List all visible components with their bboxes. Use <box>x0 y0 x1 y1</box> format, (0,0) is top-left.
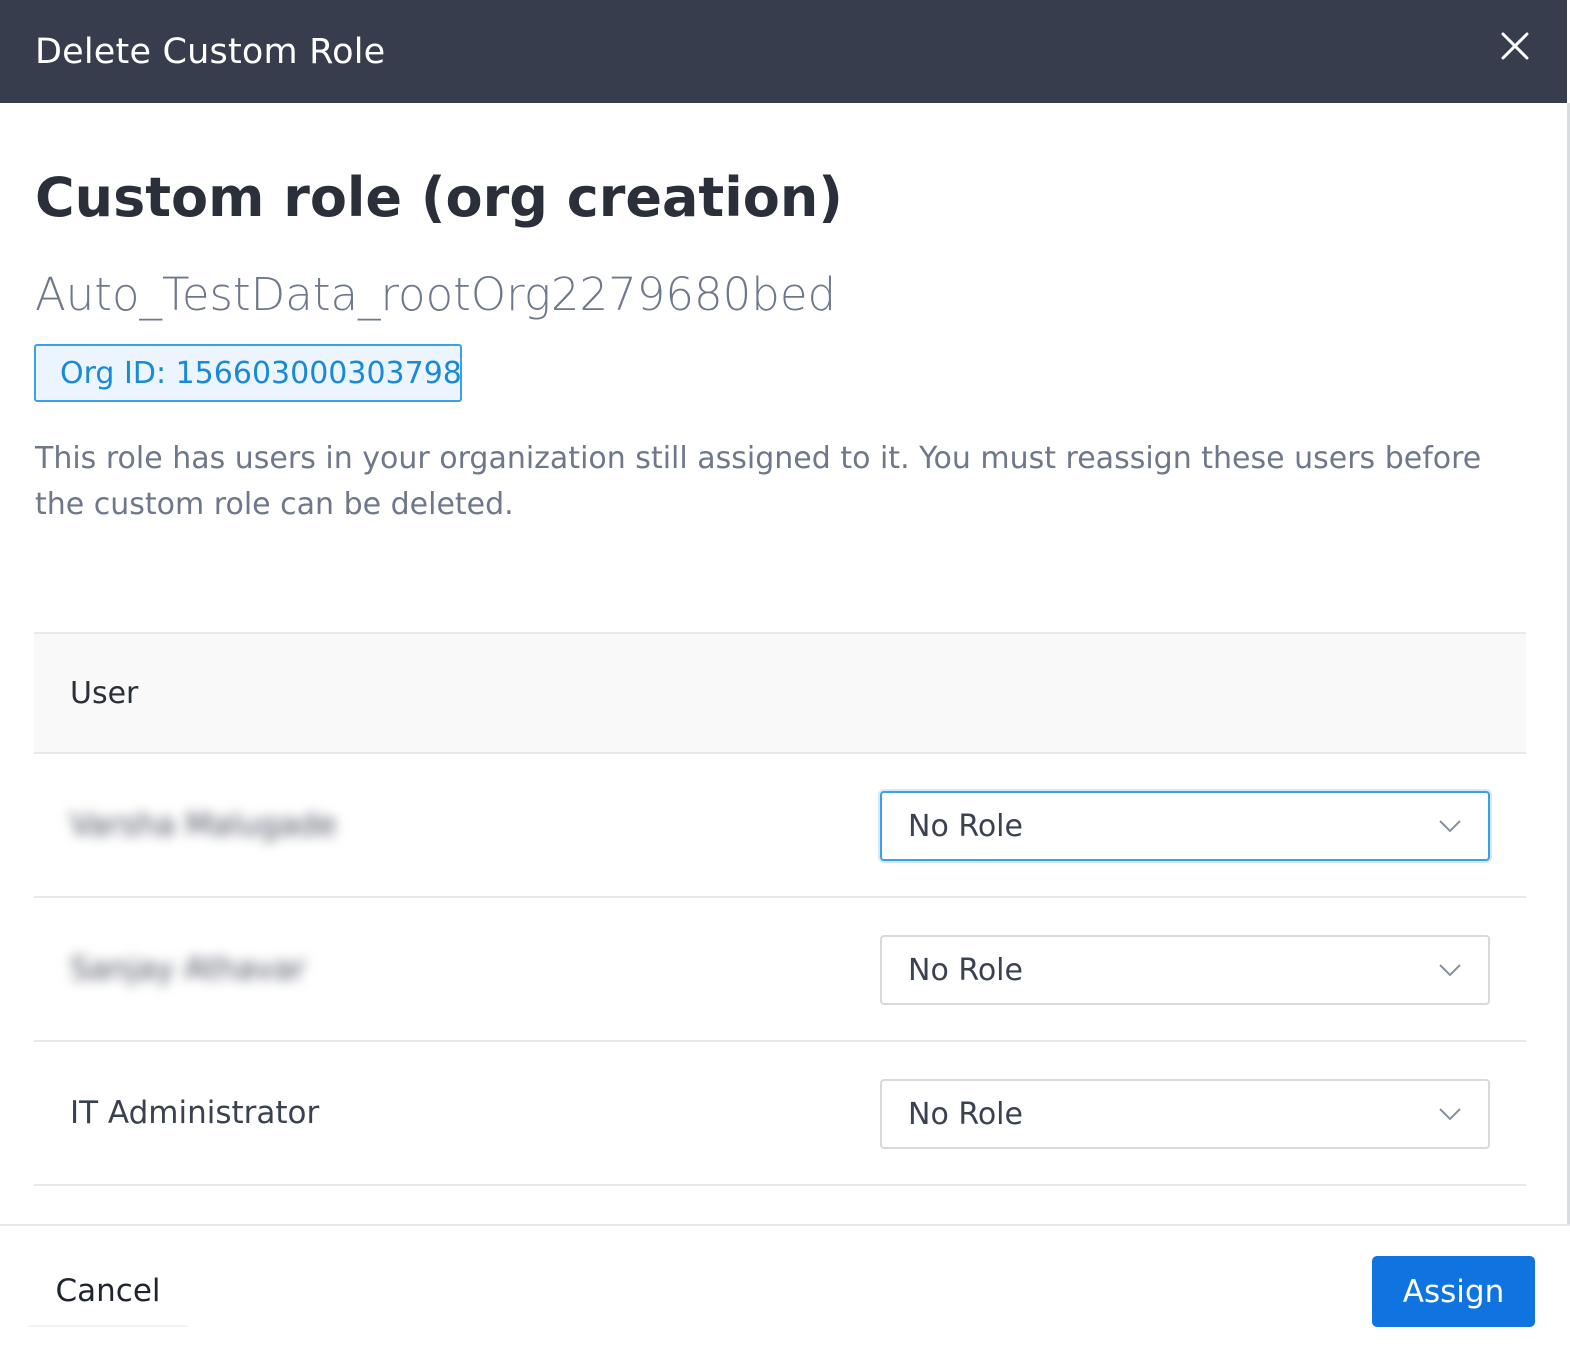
dialog-header: Delete Custom Role <box>0 0 1567 103</box>
reassign-description: This role has users in your organization… <box>35 441 1482 522</box>
table-row: IT Administrator No Role <box>34 1042 1526 1186</box>
footer-divider <box>0 1224 1570 1226</box>
role-select[interactable]: No Role <box>880 791 1490 861</box>
user-name: IT Administrator <box>70 1095 320 1131</box>
user-name: Varsha Malugade <box>70 807 337 843</box>
user-name: Sanjay Athavar <box>70 951 306 987</box>
column-header-user: User <box>70 675 139 711</box>
role-name-heading: Custom role (org creation) <box>35 166 843 229</box>
role-select[interactable]: No Role <box>880 1079 1490 1149</box>
org-name: Auto_TestData_rootOrg2279680bed <box>35 268 837 321</box>
table-row: Sanjay Athavar No Role <box>34 898 1526 1042</box>
table-header: User <box>34 632 1526 754</box>
role-select[interactable]: No Role <box>880 935 1490 1005</box>
dialog-title: Delete Custom Role <box>35 31 386 72</box>
chevron-down-icon <box>1439 964 1461 977</box>
org-id-badge: Org ID: 156603000303798 <box>34 344 462 402</box>
table-row: Varsha Malugade No Role <box>34 754 1526 898</box>
chevron-down-icon <box>1439 1108 1461 1121</box>
assign-button[interactable]: Assign <box>1372 1256 1535 1327</box>
role-select-value: No Role <box>908 952 1023 988</box>
role-select-value: No Role <box>908 1096 1023 1132</box>
cancel-button[interactable]: Cancel <box>28 1257 188 1327</box>
users-table: User Varsha Malugade No Role Sanjay Atha… <box>34 632 1526 1186</box>
role-select-value: No Role <box>908 808 1023 844</box>
chevron-down-icon <box>1439 820 1461 833</box>
close-icon[interactable] <box>1497 28 1533 64</box>
